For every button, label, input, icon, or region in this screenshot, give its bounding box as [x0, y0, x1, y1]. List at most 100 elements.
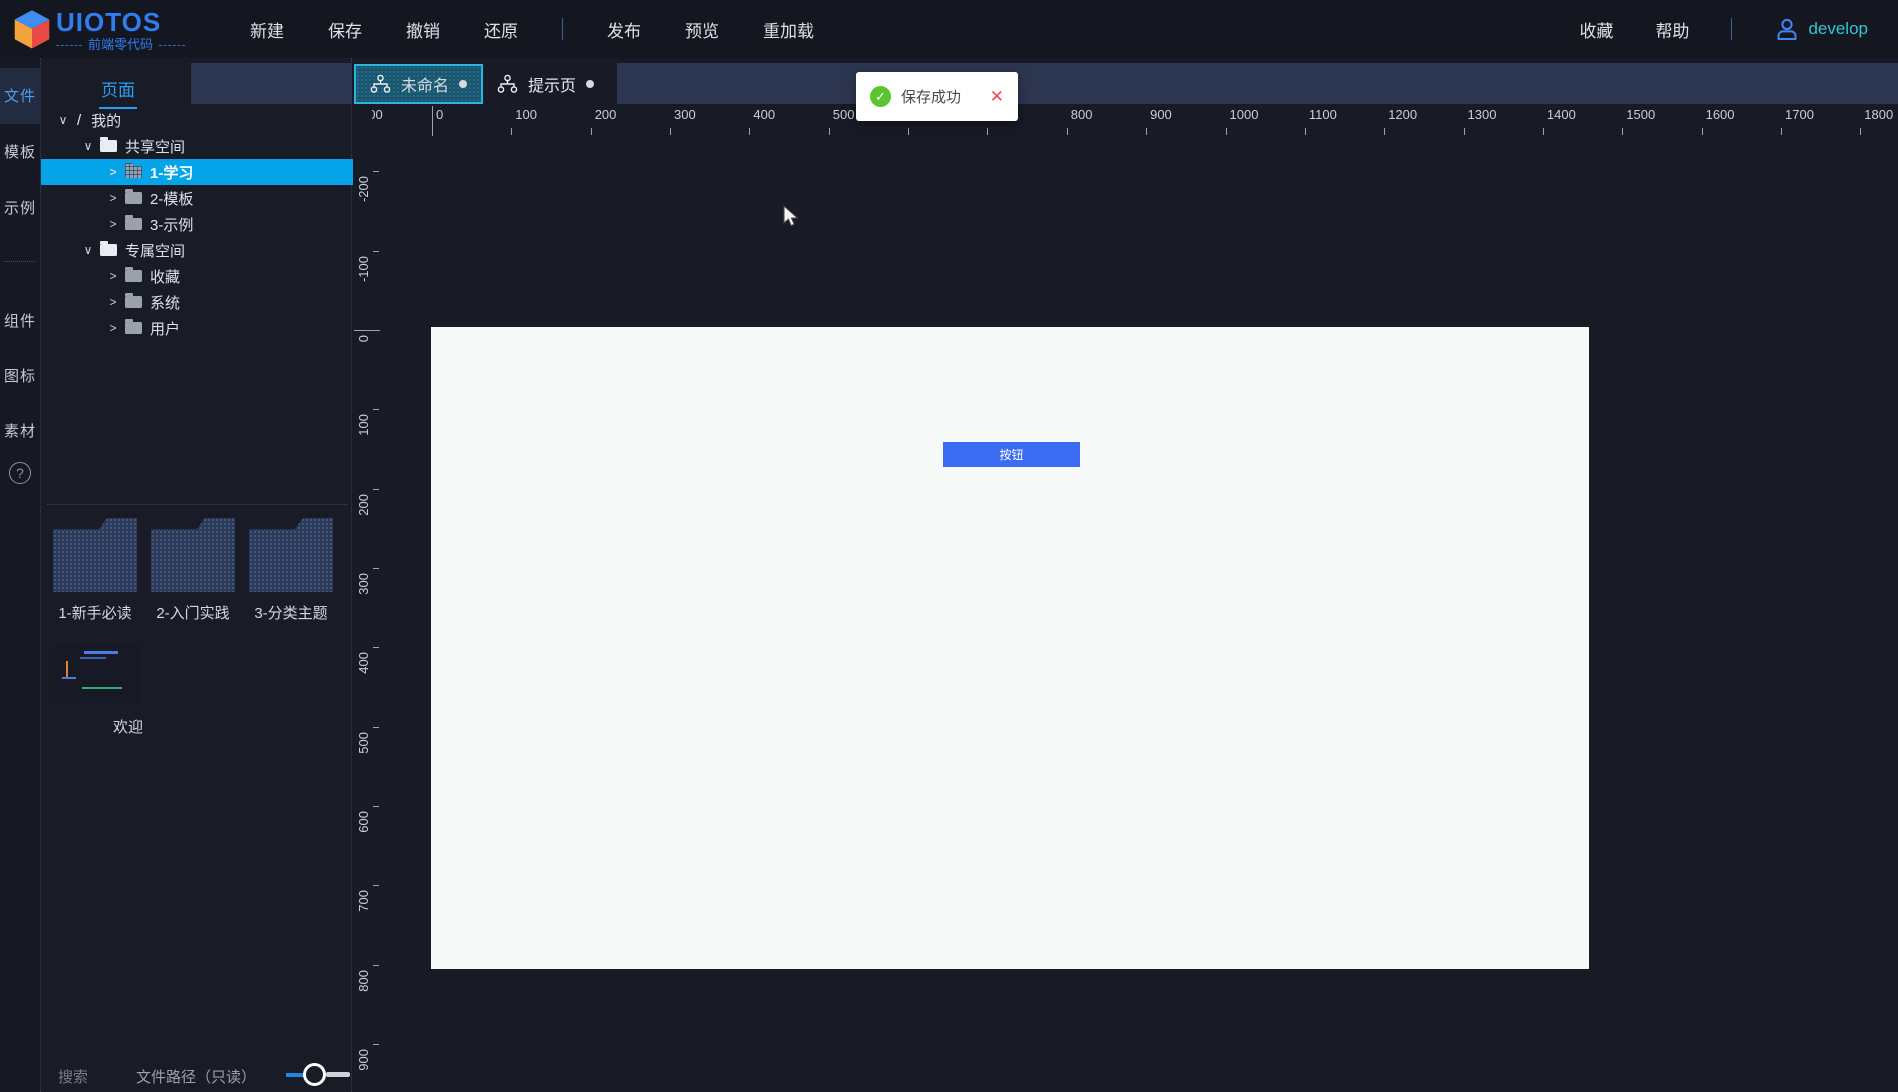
- rail-item-0[interactable]: 文件: [0, 68, 40, 124]
- nav-item[interactable]: 重加载: [763, 17, 814, 42]
- search-button[interactable]: 搜索: [58, 1066, 88, 1087]
- rail-item-4[interactable]: 图标: [0, 348, 40, 404]
- panel-tab-pages[interactable]: 页面: [99, 74, 137, 109]
- shortcut-folder-label[interactable]: 3-分类主题: [241, 602, 341, 623]
- nav-item[interactable]: 新建: [250, 17, 284, 42]
- rail-item-3[interactable]: 组件: [0, 293, 40, 349]
- chevron-right-icon[interactable]: >: [105, 295, 121, 309]
- shortcut-folder[interactable]: [151, 518, 235, 592]
- nav-item[interactable]: 帮助: [1655, 17, 1689, 42]
- help-icon[interactable]: ?: [9, 462, 31, 484]
- tree-row[interactable]: > 收藏: [41, 263, 353, 289]
- ruler-tick: [373, 171, 379, 173]
- ruler-tick: [373, 885, 379, 887]
- tab-label: 未命名: [401, 78, 450, 95]
- ruler-label: 300: [356, 573, 371, 595]
- tree-row-label: 收藏: [150, 268, 181, 286]
- nav-item[interactable]: 预览: [685, 17, 719, 42]
- chevron-right-icon[interactable]: >: [105, 269, 121, 283]
- chevron-right-icon[interactable]: >: [105, 217, 121, 231]
- nav-item[interactable]: 还原: [484, 17, 518, 42]
- ruler-label: 900: [1150, 107, 1172, 122]
- tree-row[interactable]: > 用户: [41, 315, 353, 341]
- tree-row[interactable]: > 2-模板: [41, 185, 353, 211]
- save-success-toast: ✓ 保存成功 ✕: [856, 72, 1018, 121]
- ruler-tick: [1781, 128, 1782, 135]
- ruler-corner: [352, 104, 372, 136]
- tree-row[interactable]: > 3-示例: [41, 211, 353, 237]
- tabbar-empty-left: [191, 63, 352, 104]
- toast-close-icon[interactable]: ✕: [990, 87, 1004, 107]
- tree-row[interactable]: > 1-学习: [41, 159, 353, 185]
- chevron-right-icon[interactable]: >: [105, 191, 121, 205]
- chevron-down-icon[interactable]: ∨: [80, 243, 96, 257]
- nav-item[interactable]: 发布: [607, 17, 641, 42]
- chevron-right-icon[interactable]: >: [105, 165, 121, 179]
- folder-icon: [100, 137, 117, 152]
- tree-row[interactable]: ∨ 专属空间: [41, 237, 353, 263]
- ruler-tick: [1463, 128, 1465, 135]
- nav-item[interactable]: 收藏: [1579, 17, 1613, 42]
- ruler-tick: [373, 409, 379, 411]
- welcome-page-label[interactable]: 欢迎: [113, 716, 143, 737]
- ruler-label: 600: [356, 811, 371, 833]
- ruler-tick: [1384, 128, 1386, 135]
- chevron-down-icon[interactable]: ∨: [55, 113, 71, 127]
- thumb-decoration: [66, 661, 68, 677]
- folder-icon: [125, 267, 142, 282]
- slash-icon: /: [77, 111, 82, 129]
- design-canvas[interactable]: 按钮: [431, 327, 1589, 969]
- ruler-tick: [432, 106, 433, 136]
- rail-item-1[interactable]: 模板: [0, 124, 40, 180]
- ruler-tick: [1701, 128, 1703, 135]
- shortcut-folder-label[interactable]: 2-入门实践: [143, 602, 243, 623]
- ruler-tick: [373, 806, 379, 808]
- tree-row[interactable]: > 系统: [41, 289, 353, 315]
- logo-dash-left: [56, 44, 82, 46]
- mouse-cursor: [783, 205, 799, 227]
- shortcut-folder[interactable]: [53, 518, 137, 592]
- ruler-label: 800: [1070, 107, 1093, 122]
- ruler-tick: [987, 128, 989, 135]
- sitemap-icon: [497, 74, 518, 93]
- chevron-down-icon[interactable]: ∨: [80, 139, 96, 153]
- thumb-decoration: [82, 687, 122, 689]
- tab-bar: 未命名 提示页: [354, 64, 617, 104]
- tree-row[interactable]: ∨ / 我的: [41, 107, 353, 133]
- nav-item[interactable]: 保存: [328, 17, 362, 42]
- chevron-right-icon[interactable]: >: [105, 321, 121, 335]
- rail-item-5[interactable]: 素材: [0, 403, 40, 459]
- ruler-label: 700: [356, 890, 371, 913]
- shortcut-folder[interactable]: [249, 518, 333, 592]
- ruler-label: 500: [832, 107, 855, 122]
- slider-knob[interactable]: [303, 1063, 326, 1086]
- welcome-page-thumbnail[interactable]: [54, 643, 140, 705]
- shortcut-folder-label[interactable]: 1-新手必读: [45, 602, 145, 623]
- tab-unnamed[interactable]: 未命名: [354, 64, 483, 104]
- ruler-tick: [1146, 128, 1148, 135]
- tree-row-label: 1-学习: [150, 164, 194, 182]
- ruler-tick: [1304, 128, 1306, 135]
- tree-row-label: 系统: [150, 294, 181, 312]
- canvas-button-widget[interactable]: 按钮: [943, 442, 1080, 467]
- user-chip[interactable]: develop: [1774, 16, 1868, 42]
- logo[interactable]: UIOTOS 前端零代码: [0, 5, 210, 53]
- ruler-tick: [749, 128, 751, 135]
- ruler-label: 300: [674, 107, 696, 122]
- rail-item-2[interactable]: 示例: [0, 180, 40, 236]
- ruler-label: 1500: [1626, 107, 1656, 122]
- nav-item[interactable]: 撤销: [406, 17, 440, 42]
- ruler-label: -200: [356, 176, 371, 203]
- ruler-tick: [908, 128, 910, 135]
- zoom-slider[interactable]: [286, 1060, 350, 1090]
- slider-track-empty: [326, 1072, 350, 1077]
- ruler-tick: [828, 128, 830, 135]
- thumb-decoration: [84, 651, 118, 654]
- ruler-tick: [1066, 128, 1068, 135]
- ruler-tick: [373, 1044, 379, 1046]
- thumb-decoration: [80, 657, 106, 659]
- tab-label: 提示页: [528, 78, 577, 95]
- ruler-label: 100: [515, 107, 537, 122]
- tab-tip-page[interactable]: 提示页: [483, 64, 617, 104]
- tree-row[interactable]: ∨ 共享空间: [41, 133, 353, 159]
